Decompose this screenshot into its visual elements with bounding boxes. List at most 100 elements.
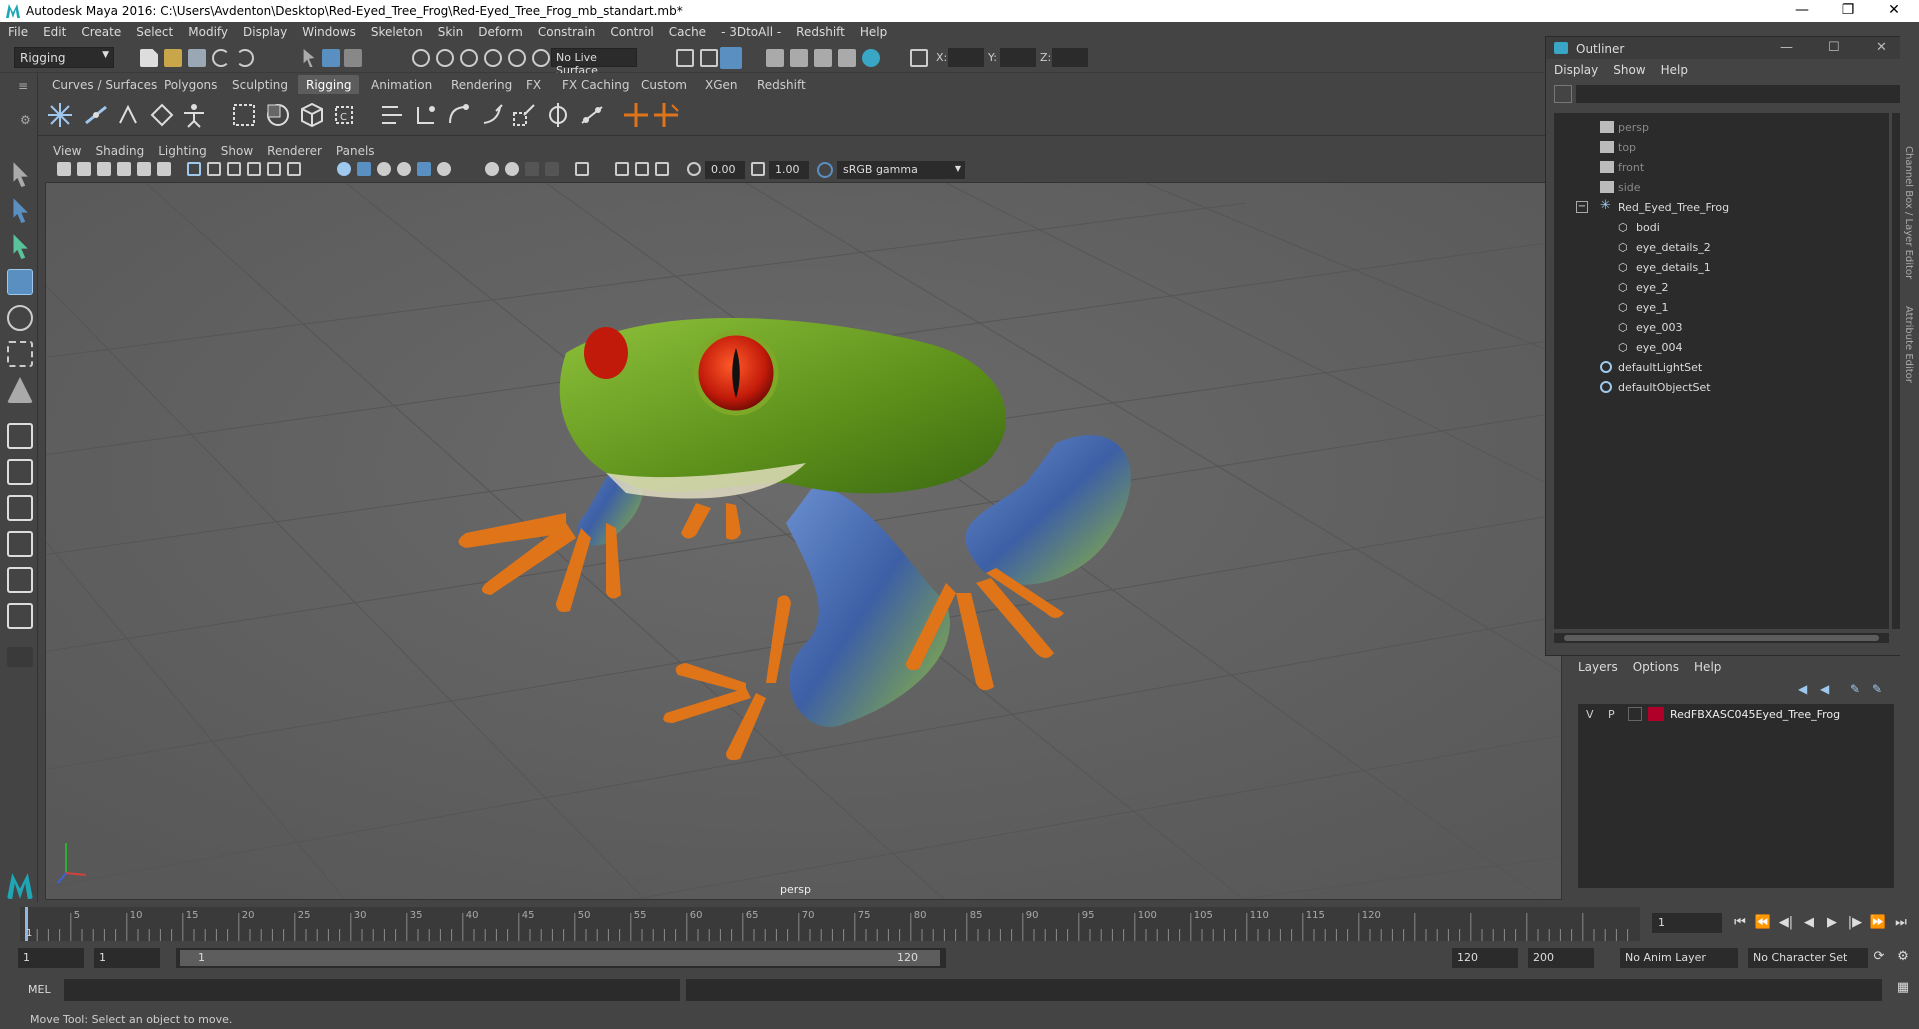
command-input[interactable] xyxy=(64,979,680,1001)
persp-outliner-layout-icon[interactable] xyxy=(7,531,33,557)
scale-tool-icon[interactable] xyxy=(7,341,33,367)
tab-sculpting[interactable]: Sculpting xyxy=(224,75,296,94)
image-plane-icon[interactable] xyxy=(137,162,151,176)
input-ops-icon[interactable] xyxy=(676,49,694,67)
paint-weights-icon[interactable] xyxy=(264,101,292,129)
outliner-row-eye-1[interactable]: ⬡ eye_1 xyxy=(1554,297,1889,317)
start-time-field[interactable]: 1 xyxy=(18,948,84,968)
menu-file[interactable]: File xyxy=(0,22,35,39)
maya-home-icon[interactable] xyxy=(7,873,33,899)
new-scene-icon[interactable] xyxy=(140,49,158,67)
new-layer-icon[interactable]: ✎ xyxy=(1850,682,1866,696)
menu-constrain[interactable]: Constrain xyxy=(530,22,603,39)
depth-of-field-icon[interactable] xyxy=(545,162,559,176)
layers-menu-options[interactable]: Options xyxy=(1625,656,1686,674)
animation-preferences-icon[interactable]: ⚙ xyxy=(1894,948,1912,966)
step-forward-frame-button[interactable]: |▶ xyxy=(1846,914,1864,932)
last-tool-icon[interactable] xyxy=(7,377,33,403)
tab-xgen[interactable]: XGen xyxy=(697,75,746,94)
range-slider[interactable]: 1 120 xyxy=(176,948,946,968)
textured-icon[interactable] xyxy=(397,162,411,176)
tab-curves-surfaces[interactable]: Curves / Surfaces xyxy=(44,75,165,94)
outliner-row-top[interactable]: top xyxy=(1554,137,1889,157)
render-current-icon[interactable] xyxy=(790,49,808,67)
minimize-button[interactable]: — xyxy=(1779,0,1825,22)
wireframe-on-shaded-icon[interactable] xyxy=(377,162,391,176)
x-field[interactable] xyxy=(948,48,984,67)
snap-live-icon[interactable] xyxy=(508,49,526,67)
move-layer-up-icon[interactable]: ◀ xyxy=(1798,682,1814,696)
ipr-render-icon[interactable] xyxy=(814,49,832,67)
outliner-row-front[interactable]: front xyxy=(1554,157,1889,177)
output-ops-icon[interactable] xyxy=(700,49,718,67)
tab-fx-caching[interactable]: FX Caching xyxy=(554,75,637,94)
tab-rendering[interactable]: Rendering xyxy=(443,75,520,94)
isolate-select-icon[interactable] xyxy=(575,162,589,176)
render-settings-icon[interactable] xyxy=(838,49,856,67)
outliner-row-eye-details-2[interactable]: ⬡ eye_details_2 xyxy=(1554,237,1889,257)
bookmarks-icon[interactable] xyxy=(117,162,131,176)
save-scene-icon[interactable] xyxy=(188,49,206,67)
play-forwards-button[interactable]: ▶ xyxy=(1823,914,1841,932)
menu-windows[interactable]: Windows xyxy=(294,22,363,39)
color-management-icon[interactable] xyxy=(817,162,833,178)
new-layer-selected-icon[interactable]: ✎ xyxy=(1872,682,1888,696)
outliner-row-bodi[interactable]: ⬡ bodi xyxy=(1554,217,1889,237)
outliner-close-button[interactable]: ✕ xyxy=(1876,40,1887,55)
joint-tool-icon[interactable] xyxy=(46,101,74,129)
cluster-icon[interactable]: C xyxy=(330,101,358,129)
z-field[interactable] xyxy=(1052,48,1088,67)
paint-select-tool-icon[interactable] xyxy=(13,234,28,259)
exposure-icon[interactable] xyxy=(687,162,701,176)
cluster-handle-icon[interactable] xyxy=(652,101,680,129)
snap-curve-icon[interactable] xyxy=(436,49,454,67)
menu-redshift[interactable]: Redshift xyxy=(788,22,852,39)
playback-end-field[interactable]: 120 xyxy=(1452,948,1518,968)
vp-menu-panels[interactable]: Panels xyxy=(328,142,381,158)
gamma-icon[interactable] xyxy=(751,162,765,176)
open-scene-icon[interactable] xyxy=(164,49,182,67)
outliner-menu-display[interactable]: Display xyxy=(1546,59,1605,77)
end-time-field[interactable]: 200 xyxy=(1528,948,1594,968)
go-to-end-button[interactable]: ⏭ xyxy=(1892,914,1910,932)
perspective-viewport[interactable] xyxy=(45,182,1562,900)
character-set-dropdown[interactable]: No Character Set xyxy=(1748,948,1868,968)
layers-menu-help[interactable]: Help xyxy=(1686,656,1728,674)
hypershade-icon[interactable] xyxy=(862,49,880,67)
tab-custom[interactable]: Custom xyxy=(633,75,695,94)
tab-animation[interactable]: Animation xyxy=(363,75,440,94)
parent-constraint-icon[interactable] xyxy=(378,101,406,129)
film-gate-icon[interactable] xyxy=(207,162,221,176)
vp-menu-show[interactable]: Show xyxy=(213,142,259,158)
layers-menu-layers[interactable]: Layers xyxy=(1570,656,1625,674)
shelf-settings-icon[interactable]: ⚙ xyxy=(20,113,31,127)
locator-icon[interactable] xyxy=(622,101,650,129)
step-back-key-button[interactable]: ⏪ xyxy=(1754,914,1772,932)
use-all-lights-icon[interactable] xyxy=(417,162,431,176)
geometry-constraint-icon[interactable] xyxy=(578,101,606,129)
current-frame-field[interactable]: 1 xyxy=(1652,913,1722,933)
menu-create[interactable]: Create xyxy=(73,22,128,39)
construction-history-icon[interactable] xyxy=(720,47,742,69)
move-tool-icon[interactable] xyxy=(7,269,33,295)
smooth-shade-icon[interactable] xyxy=(357,162,371,176)
layer-visibility-toggle[interactable]: V xyxy=(1586,708,1594,721)
persp-graph-layout-icon[interactable] xyxy=(7,567,33,593)
humanik-icon[interactable] xyxy=(180,101,208,129)
menu-modify[interactable]: Modify xyxy=(180,22,235,39)
outliner-row-eye-003[interactable]: ⬡ eye_003 xyxy=(1554,317,1889,337)
menu-help[interactable]: Help xyxy=(852,22,894,39)
outliner-row-side[interactable]: side xyxy=(1554,177,1889,197)
outliner-row-eye-details-1[interactable]: ⬡ eye_details_1 xyxy=(1554,257,1889,277)
outliner-search-input[interactable] xyxy=(1576,85,1900,103)
menu-skin[interactable]: Skin xyxy=(430,22,471,39)
select-by-hierarchy-icon[interactable] xyxy=(303,49,315,67)
outliner-menu-show[interactable]: Show xyxy=(1605,59,1652,77)
vp-menu-shading[interactable]: Shading xyxy=(87,142,150,158)
y-field[interactable] xyxy=(1000,48,1036,67)
auto-key-icon[interactable]: ⟳ xyxy=(1870,948,1888,966)
outliner-filter-icon[interactable] xyxy=(1554,85,1572,103)
layout-menu-icon[interactable] xyxy=(7,647,33,667)
x-ray-icon[interactable] xyxy=(615,162,629,176)
move-layer-down-icon[interactable]: ◀ xyxy=(1820,682,1836,696)
